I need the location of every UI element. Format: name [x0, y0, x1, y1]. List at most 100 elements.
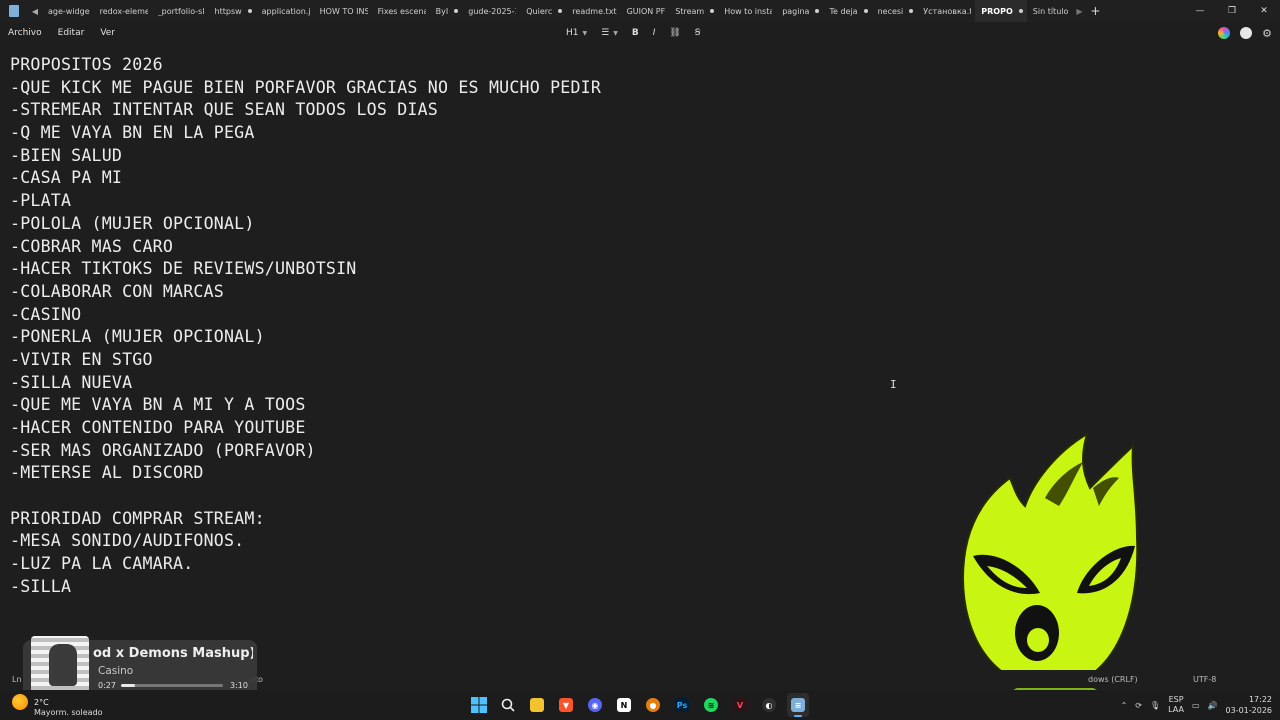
document-line[interactable]: -CASINO — [10, 304, 601, 327]
tab[interactable]: application.j — [256, 0, 314, 22]
document-line[interactable]: PRIORIDAD COMPRAR STREAM: — [10, 508, 601, 531]
window-controls: — ❐ ✕ — [1184, 0, 1280, 22]
document-line[interactable]: -COLABORAR CON MARCAS — [10, 281, 601, 304]
notion-button[interactable]: N — [613, 693, 635, 717]
bold-button[interactable]: B — [628, 28, 643, 38]
search-button[interactable] — [497, 693, 519, 717]
progress-fill — [121, 684, 136, 687]
valorant-button[interactable]: V — [729, 693, 751, 717]
spotify-button[interactable]: ≋ — [700, 693, 722, 717]
tab[interactable]: Установка.t — [917, 0, 975, 22]
account-icon[interactable] — [1240, 27, 1253, 39]
obs-icon: ◐ — [762, 698, 776, 712]
line-column-indicator[interactable]: Ln — [12, 675, 22, 684]
tab[interactable]: httpsw — [209, 0, 256, 22]
blender-button[interactable]: ● — [642, 693, 664, 717]
show-hidden-icons-icon[interactable]: ⌃ — [1121, 701, 1128, 710]
tab[interactable]: pagina — [776, 0, 823, 22]
unsaved-dot-icon — [710, 9, 715, 13]
gear-icon[interactable]: ⚙ — [1262, 27, 1272, 40]
discord-button[interactable]: ◉ — [584, 693, 606, 717]
tab[interactable]: age-widge — [42, 0, 94, 22]
link-icon[interactable]: ⛓ — [665, 28, 684, 38]
close-button[interactable]: ✕ — [1248, 0, 1280, 22]
clear-formatting-icon[interactable]: Ꞩ — [691, 28, 705, 38]
network-icon[interactable]: ▭ — [1192, 701, 1200, 710]
new-tab-button[interactable]: + — [1086, 4, 1104, 18]
document-line[interactable]: -PLATA — [10, 190, 601, 213]
document-line[interactable]: -HACER CONTENIDO PARA YOUTUBE — [10, 417, 601, 440]
tab-label: PROPO — [981, 6, 1013, 16]
document-line[interactable]: -SILLA — [10, 576, 601, 599]
clock[interactable]: 17:22 03-01-2026 — [1226, 694, 1273, 716]
notepad-app-icon[interactable] — [0, 0, 28, 22]
photoshop-button[interactable]: Ps — [671, 693, 693, 717]
tab[interactable]: Sin título — [1027, 0, 1073, 22]
tab[interactable]: PROPO — [975, 0, 1027, 22]
obs-button[interactable]: ◐ — [758, 693, 780, 717]
tab[interactable]: gude-2025-1 — [462, 0, 520, 22]
language-indicator[interactable]: ESP LAA — [1168, 695, 1184, 715]
taskbar-apps: ▼ ◉ N ● Ps ≋ V ◐ ≡ — [468, 693, 809, 717]
tab[interactable]: Quierc — [520, 0, 566, 22]
menu-edit[interactable]: Editar — [50, 28, 93, 38]
tab[interactable]: Stream — [669, 0, 718, 22]
notepad-button[interactable]: ≡ — [787, 693, 809, 717]
document-line[interactable]: -METERSE AL DISCORD — [10, 462, 601, 485]
microphone-icon[interactable]: 🎙 — [1150, 701, 1160, 710]
document-line[interactable]: -CASA PA MI — [10, 167, 601, 190]
document-line[interactable]: -PONERLA (MUJER OPCIONAL) — [10, 326, 601, 349]
text-cursor-icon: I — [890, 378, 897, 391]
document-line[interactable] — [10, 485, 601, 508]
unsaved-dot-icon — [454, 9, 459, 13]
menu-file[interactable]: Archivo — [0, 28, 50, 38]
document-line[interactable]: PROPOSITOS 2026 — [10, 54, 601, 77]
document-line[interactable]: -VIVIR EN STGO — [10, 349, 601, 372]
scroll-tabs-right-icon[interactable]: ▶ — [1072, 7, 1086, 16]
document-line[interactable]: -QUE ME VAYA BN A MI Y A TOOS — [10, 394, 601, 417]
tab[interactable]: How to insta — [718, 0, 776, 22]
document-line[interactable]: -QUE KICK ME PAGUE BIEN PORFAVOR GRACIAS… — [10, 77, 601, 100]
tab[interactable]: readme.txt — [566, 0, 620, 22]
italic-button[interactable]: I — [649, 28, 660, 38]
windows-icon — [471, 697, 487, 713]
volume-icon[interactable]: 🔊 — [1208, 701, 1218, 710]
document-line[interactable]: -HACER TIKTOKS DE REVIEWS/UNBOTSIN — [10, 258, 601, 281]
tab[interactable]: ByI — [430, 0, 463, 22]
time-current: 0:27 — [98, 681, 116, 690]
document-line[interactable]: -BIEN SALUD — [10, 145, 601, 168]
line-ending-indicator[interactable]: dows (CRLF) — [1088, 675, 1138, 684]
tab[interactable]: HOW TO INS — [314, 0, 372, 22]
maximize-button[interactable]: ❐ — [1216, 0, 1248, 22]
tab[interactable]: GUION PF — [621, 0, 670, 22]
document-line[interactable]: -SER MAS ORGANIZADO (PORFAVOR) — [10, 440, 601, 463]
tab-label: _portfolio-sl — [157, 6, 205, 16]
tab[interactable]: necesi — [872, 0, 918, 22]
tab[interactable]: Fixes escena — [372, 0, 430, 22]
heading-dropdown[interactable]: H1 ▼ — [562, 28, 591, 38]
file-explorer-button[interactable] — [526, 693, 548, 717]
document-line[interactable]: -MESA SONIDO/AUDIFONOS. — [10, 530, 601, 553]
playback-progress[interactable] — [121, 684, 223, 687]
document-line[interactable]: -SILLA NUEVA — [10, 372, 601, 395]
encoding-indicator[interactable]: UTF-8 — [1193, 675, 1216, 684]
tab[interactable]: Te deja — [823, 0, 871, 22]
document-line[interactable]: -COBRAR MAS CARO — [10, 236, 601, 259]
minimize-button[interactable]: — — [1184, 0, 1216, 22]
brave-button[interactable]: ▼ — [555, 693, 577, 717]
start-button[interactable] — [468, 693, 490, 717]
document-text[interactable]: PROPOSITOS 2026 -QUE KICK ME PAGUE BIEN P… — [10, 54, 601, 599]
weather-widget[interactable]: 2°C Mayorm. soleado — [12, 694, 103, 717]
tab[interactable]: _portfolio-sl — [152, 0, 209, 22]
menu-view[interactable]: Ver — [92, 28, 123, 38]
copilot-icon[interactable] — [1218, 27, 1231, 39]
tab[interactable]: redox-eleme — [94, 0, 152, 22]
scroll-tabs-left-icon[interactable]: ◀ — [28, 7, 42, 16]
document-line[interactable]: -POLOLA (MUJER OPCIONAL) — [10, 213, 601, 236]
list-dropdown[interactable]: ☰ ▼ — [597, 28, 622, 38]
format-toolbar: H1 ▼ ☰ ▼ B I ⛓ Ꞩ — [562, 22, 705, 44]
document-line[interactable]: -LUZ PA LA CAMARA. — [10, 553, 601, 576]
document-line[interactable]: -STREMEAR INTENTAR QUE SEAN TODOS LOS DI… — [10, 99, 601, 122]
document-line[interactable]: -Q ME VAYA BN EN LA PEGA — [10, 122, 601, 145]
refresh-icon[interactable]: ⟳ — [1135, 701, 1142, 710]
